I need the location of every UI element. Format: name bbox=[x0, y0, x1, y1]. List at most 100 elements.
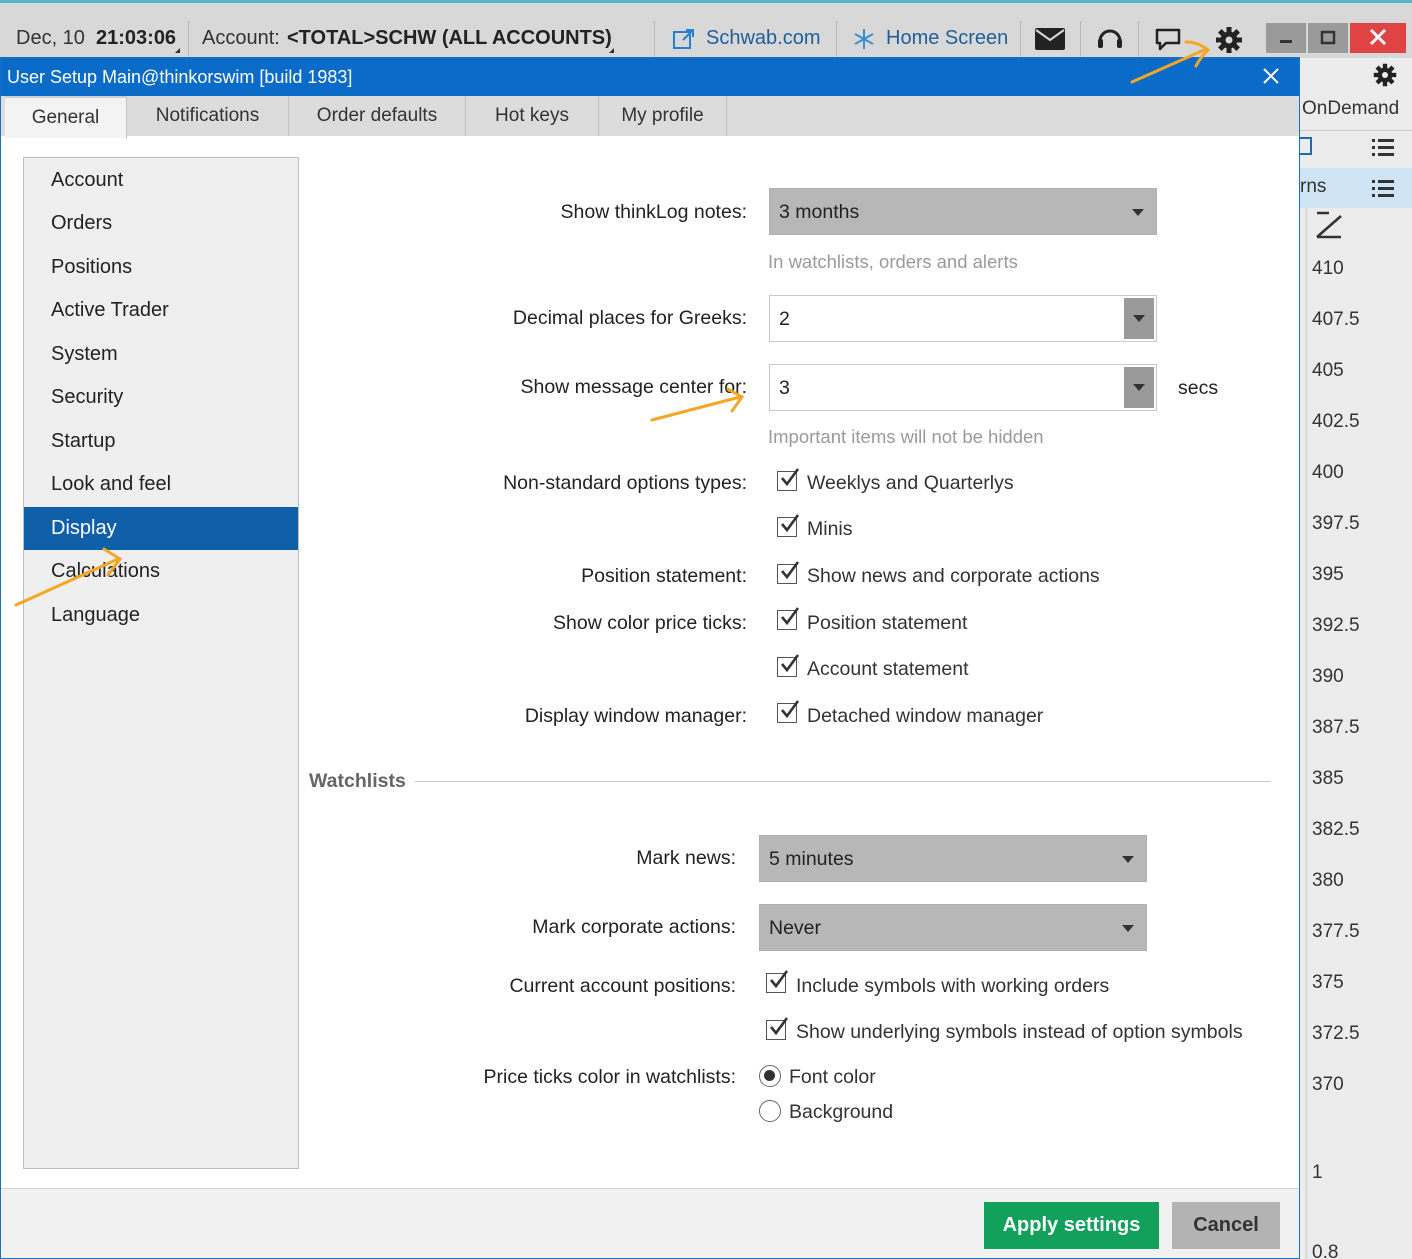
price-ticks-label: Price ticks color in watchlists: bbox=[483, 1066, 736, 1088]
price-tick: 387.5 bbox=[1312, 717, 1360, 738]
price-tick: 370 bbox=[1312, 1074, 1344, 1095]
divider bbox=[1138, 21, 1139, 57]
greeks-dropdown-button[interactable] bbox=[1124, 298, 1154, 339]
settings-sidebar: Account Orders Positions Active Trader S… bbox=[23, 157, 299, 1169]
ondemand-label[interactable]: OnDemand bbox=[1302, 98, 1399, 120]
weeklys-checkbox[interactable] bbox=[777, 468, 800, 491]
headset-icon[interactable] bbox=[1096, 25, 1124, 53]
close-icon bbox=[1369, 28, 1387, 46]
panel-toolbar bbox=[1294, 130, 1412, 168]
checkmark-icon bbox=[781, 607, 800, 626]
divider bbox=[836, 21, 837, 57]
minimize-button[interactable] bbox=[1266, 23, 1306, 53]
divider bbox=[1020, 21, 1021, 57]
msgcenter-dropdown-button[interactable] bbox=[1124, 367, 1154, 408]
sidebar-item-startup[interactable]: Startup bbox=[24, 420, 298, 463]
underlying-symbols-label: Show underlying symbols instead of optio… bbox=[796, 1021, 1243, 1043]
mark-news-label: Mark news: bbox=[636, 847, 736, 869]
working-orders-checkbox[interactable] bbox=[766, 970, 789, 993]
sidebar-item-active-trader[interactable]: Active Trader bbox=[24, 289, 298, 332]
background-chart-panel: OnDemand rns 410 407.5 405 402.5 400 397… bbox=[1294, 58, 1412, 1259]
ticks-account-checkbox[interactable] bbox=[777, 654, 800, 677]
gear-icon[interactable] bbox=[1214, 25, 1244, 55]
home-screen-label: Home Screen bbox=[886, 27, 1009, 49]
cancel-button[interactable]: Cancel bbox=[1172, 1202, 1280, 1249]
window-manager-label: Display window manager: bbox=[524, 705, 747, 727]
price-tick: 402.5 bbox=[1312, 411, 1360, 432]
checkmark-icon bbox=[781, 700, 800, 719]
minis-checkbox[interactable] bbox=[777, 514, 800, 537]
background-label: Background bbox=[789, 1101, 894, 1123]
tab-hot-keys[interactable]: Hot keys bbox=[466, 96, 599, 136]
home-screen-icon bbox=[854, 29, 874, 49]
tab-order-defaults[interactable]: Order defaults bbox=[289, 96, 466, 136]
apply-settings-button[interactable]: Apply settings bbox=[984, 1202, 1159, 1249]
news-corporate-checkbox[interactable] bbox=[777, 561, 800, 584]
msgcenter-value: 3 bbox=[779, 377, 790, 399]
sidebar-item-positions[interactable]: Positions bbox=[24, 246, 298, 289]
list-icon[interactable] bbox=[1372, 178, 1394, 198]
price-tick: 0.8 bbox=[1312, 1242, 1339, 1259]
chevron-down-icon bbox=[1133, 315, 1145, 322]
weeklys-label: Weeklys and Quarterlys bbox=[807, 472, 1014, 494]
price-tick: 377.5 bbox=[1312, 921, 1360, 942]
dialog-title-bar[interactable]: User Setup Main@thinkorswim [build 1983] bbox=[1, 58, 1299, 96]
sidebar-item-display[interactable]: Display bbox=[24, 507, 298, 550]
price-tick: 400 bbox=[1312, 462, 1344, 483]
price-tick: 410 bbox=[1312, 258, 1344, 279]
close-icon[interactable] bbox=[1259, 64, 1283, 88]
sidebar-item-security[interactable]: Security bbox=[24, 376, 298, 419]
price-tick: 395 bbox=[1312, 564, 1344, 585]
partial-tab-label[interactable]: rns bbox=[1300, 176, 1326, 198]
price-tick: 380 bbox=[1312, 870, 1344, 891]
external-link-icon bbox=[673, 29, 694, 49]
schwab-link[interactable]: Schwab.com bbox=[672, 21, 832, 57]
sidebar-item-calculations[interactable]: Calculations bbox=[24, 550, 298, 593]
greeks-decimal-field[interactable]: 2 bbox=[769, 295, 1157, 342]
mark-corporate-dropdown[interactable]: Never bbox=[759, 904, 1147, 951]
price-tick: 375 bbox=[1312, 972, 1344, 993]
msgcenter-seconds-field[interactable]: 3 bbox=[769, 364, 1157, 411]
maximize-button[interactable] bbox=[1308, 23, 1348, 53]
dialog-title: User Setup Main@thinkorswim [build 1983] bbox=[7, 67, 353, 87]
thinklog-dropdown[interactable]: 3 months bbox=[769, 188, 1157, 235]
sidebar-item-system[interactable]: System bbox=[24, 333, 298, 376]
chevron-down-icon bbox=[1122, 925, 1134, 932]
chat-icon[interactable] bbox=[1154, 27, 1182, 53]
chevron-down-icon bbox=[1122, 856, 1134, 863]
minis-label: Minis bbox=[807, 518, 853, 540]
background-radio[interactable] bbox=[759, 1100, 781, 1122]
list-icon[interactable] bbox=[1372, 137, 1394, 157]
tab-notifications[interactable]: Notifications bbox=[127, 96, 289, 136]
mail-icon[interactable] bbox=[1034, 27, 1066, 51]
price-tick: 390 bbox=[1312, 666, 1344, 687]
font-color-radio[interactable] bbox=[759, 1065, 781, 1087]
checkmark-icon bbox=[781, 654, 800, 673]
gear-icon[interactable] bbox=[1372, 62, 1398, 88]
ticks-position-checkbox[interactable] bbox=[777, 607, 800, 630]
detached-window-checkbox[interactable] bbox=[777, 700, 800, 723]
sidebar-item-language[interactable]: Language bbox=[24, 594, 298, 637]
nonstd-options-label: Non-standard options types: bbox=[503, 472, 747, 494]
home-screen-button[interactable]: Home Screen bbox=[852, 21, 1012, 57]
account-selector[interactable]: <TOTAL>SCHW (ALL ACCOUNTS) bbox=[287, 27, 612, 50]
underlying-symbols-checkbox[interactable] bbox=[766, 1017, 789, 1040]
price-tick: 407.5 bbox=[1312, 309, 1360, 330]
sidebar-item-orders[interactable]: Orders bbox=[24, 202, 298, 245]
current-positions-label: Current account positions: bbox=[509, 975, 736, 997]
dialog-footer: Apply settings Cancel bbox=[1, 1188, 1299, 1258]
checkmark-icon bbox=[770, 1017, 789, 1036]
divider bbox=[1080, 21, 1081, 57]
drawing-tool-icon[interactable] bbox=[1314, 210, 1344, 240]
user-setup-dialog: User Setup Main@thinkorswim [build 1983]… bbox=[0, 57, 1300, 1259]
tab-general[interactable]: General bbox=[5, 96, 127, 138]
corner-mark bbox=[175, 48, 180, 53]
tab-my-profile[interactable]: My profile bbox=[599, 96, 727, 136]
msgcenter-hint: Important items will not be hidden bbox=[768, 426, 1044, 447]
sidebar-item-account[interactable]: Account bbox=[24, 159, 298, 202]
sidebar-item-look-and-feel[interactable]: Look and feel bbox=[24, 463, 298, 506]
app-top-bar: Dec, 10 21:03:06 Account: <TOTAL>SCHW (A… bbox=[0, 0, 1412, 58]
price-tick: 397.5 bbox=[1312, 513, 1360, 534]
mark-news-dropdown[interactable]: 5 minutes bbox=[759, 835, 1147, 882]
close-app-button[interactable] bbox=[1350, 23, 1406, 53]
